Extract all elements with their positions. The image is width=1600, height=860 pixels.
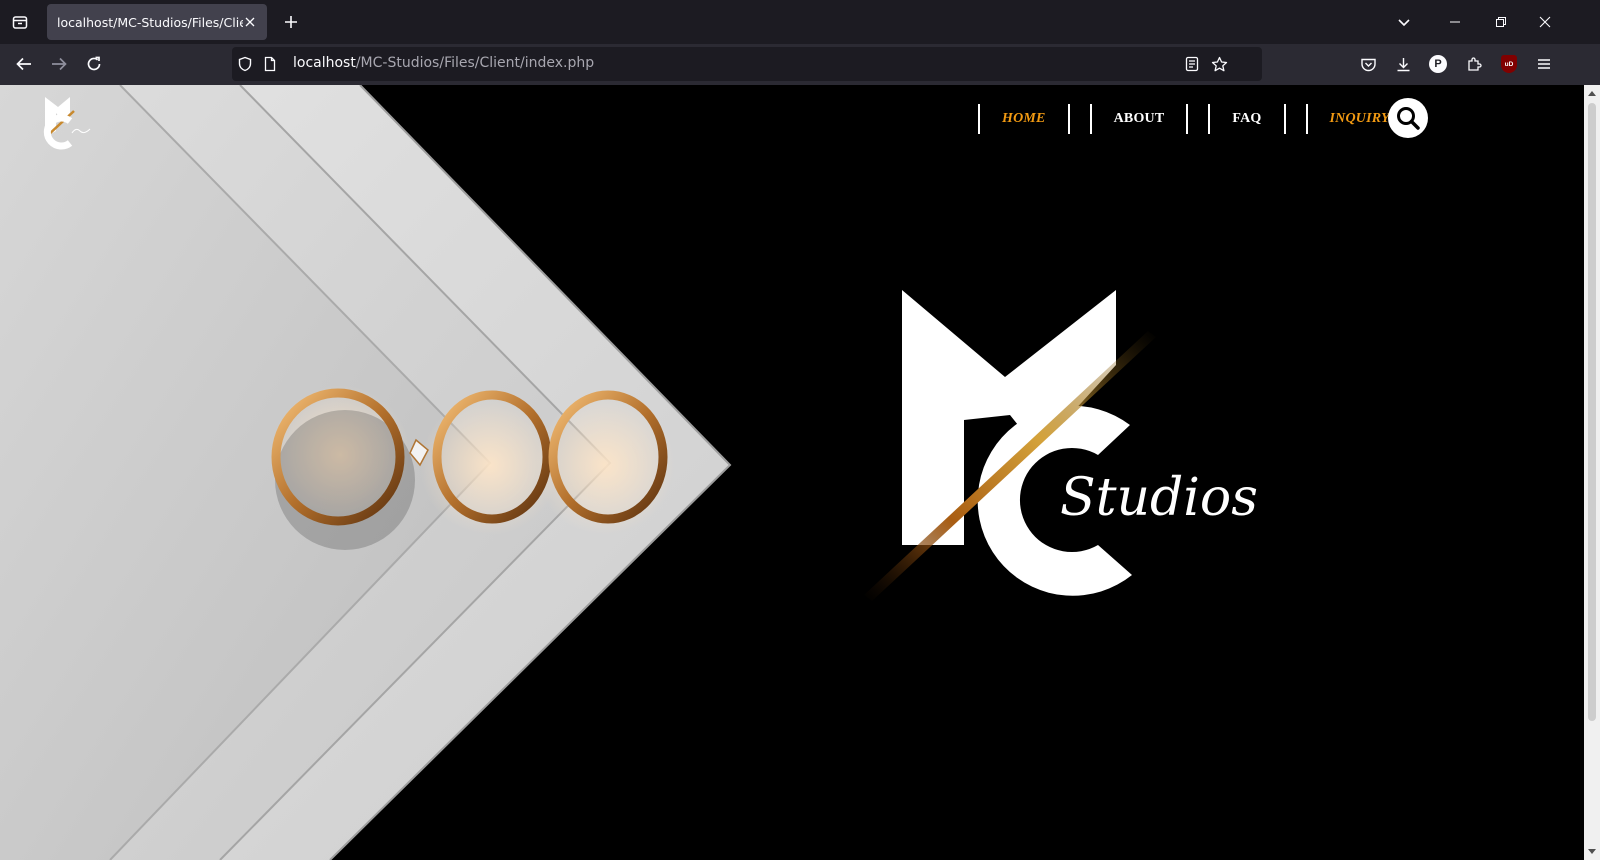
brand-script-text: Studios xyxy=(1060,468,1258,528)
restore-icon[interactable] xyxy=(1478,0,1524,44)
nav-divider xyxy=(1186,104,1189,134)
address-bar[interactable]: localhost/MC-Studios/Files/Client/index.… xyxy=(232,47,1262,81)
nav-divider xyxy=(1283,104,1286,134)
tab-bar: localhost/MC-Studios/Files/Client/ xyxy=(0,0,1600,44)
extension-badge: P xyxy=(1429,55,1447,73)
reader-view-icon[interactable] xyxy=(1183,55,1201,73)
extensions-puzzle-icon[interactable] xyxy=(1458,48,1490,80)
brand-logo: Studios xyxy=(864,290,1258,601)
shield-icon[interactable] xyxy=(236,55,254,73)
scroll-down-icon[interactable] xyxy=(1584,844,1600,860)
scrollbar-thumb[interactable] xyxy=(1588,103,1596,721)
navigation-toolbar: localhost/MC-Studios/Files/Client/index.… xyxy=(0,44,1600,85)
ublock-icon[interactable]: uD xyxy=(1493,48,1525,80)
reload-icon[interactable] xyxy=(78,48,110,80)
page-icon[interactable] xyxy=(261,55,279,73)
search-icon xyxy=(1397,107,1420,130)
page-scrollbar[interactable] xyxy=(1584,85,1600,860)
site-navigation: HOME ABOUT FAQ INQUIRY xyxy=(978,103,1414,135)
download-icon[interactable] xyxy=(1387,48,1419,80)
tab-title: localhost/MC-Studios/Files/Client/ xyxy=(57,14,243,30)
nav-home[interactable]: HOME xyxy=(980,111,1068,127)
ublock-badge: uD xyxy=(1501,55,1517,73)
nav-about[interactable]: ABOUT xyxy=(1092,111,1187,127)
url-host: localhost xyxy=(293,55,356,71)
scroll-up-icon[interactable] xyxy=(1584,85,1600,101)
chevron-down-icon[interactable] xyxy=(1390,8,1418,36)
close-icon[interactable] xyxy=(241,13,259,31)
search-button[interactable] xyxy=(1388,98,1428,138)
minimize-icon[interactable] xyxy=(1432,0,1478,44)
bookmark-star-icon[interactable] xyxy=(1210,55,1228,73)
hero-rings-photo xyxy=(0,85,732,860)
forward-arrow-icon[interactable] xyxy=(43,48,75,80)
page-viewport: HOME ABOUT FAQ INQUIRY Studios xyxy=(0,85,1584,860)
back-arrow-icon[interactable] xyxy=(8,48,40,80)
nav-divider xyxy=(1067,104,1070,134)
pocket-icon[interactable] xyxy=(1352,48,1384,80)
tab-list-icon[interactable] xyxy=(6,8,34,36)
url-path: /MC-Studios/Files/Client/index.php xyxy=(355,55,595,71)
url-text[interactable]: localhost/MC-Studios/Files/Client/index.… xyxy=(293,55,594,71)
site-logo[interactable] xyxy=(40,91,100,153)
profile-extension-icon[interactable]: P xyxy=(1422,48,1454,80)
menu-hamburger-icon[interactable] xyxy=(1528,48,1560,80)
new-tab-icon[interactable] xyxy=(277,8,305,36)
window-close-icon[interactable] xyxy=(1522,0,1568,44)
nav-faq[interactable]: FAQ xyxy=(1210,111,1283,127)
browser-tab-active[interactable]: localhost/MC-Studios/Files/Client/ xyxy=(47,4,267,40)
